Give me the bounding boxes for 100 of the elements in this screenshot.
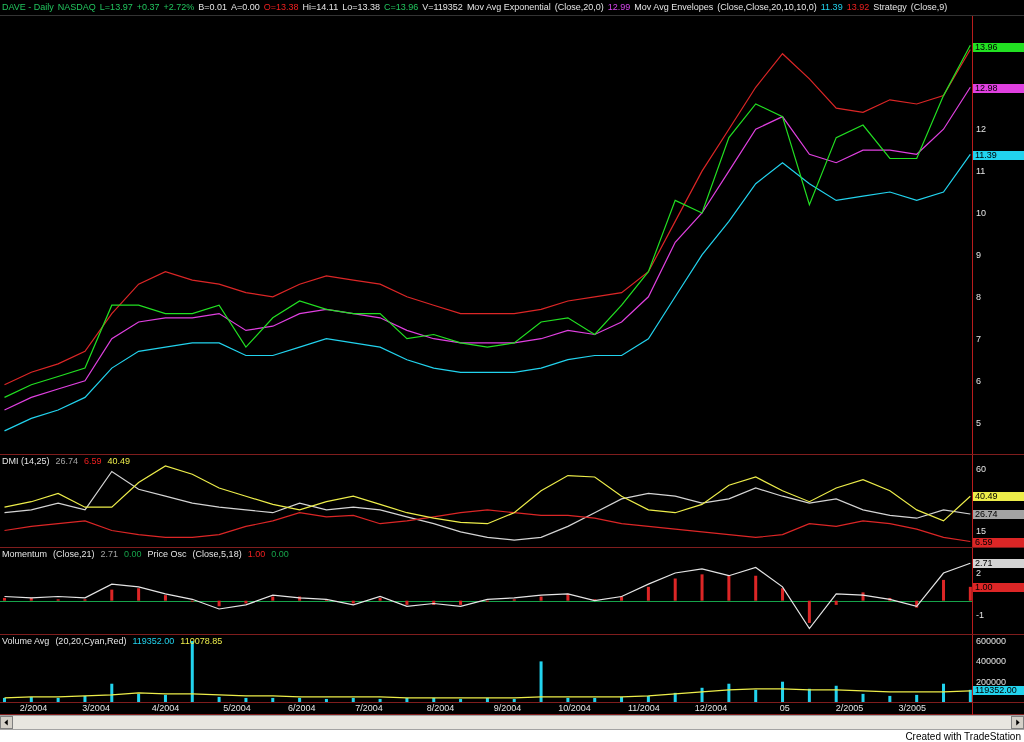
header-text: Lo=13.38 [342, 2, 380, 13]
date-label: 3/2005 [898, 703, 926, 714]
histogram-bar [673, 692, 677, 702]
histogram-bar [459, 600, 463, 605]
histogram-bar [512, 698, 516, 702]
date-label: 05 [779, 703, 790, 714]
header-text: (Close,20,0) [554, 2, 604, 13]
legend-text: 110078.85 [180, 636, 223, 646]
histogram-bar [110, 683, 114, 702]
histogram-bar [807, 688, 811, 702]
axis-label: 2 [976, 568, 981, 577]
date-label: 7/2004 [355, 703, 383, 714]
histogram-bar [754, 575, 758, 601]
histogram-bar [271, 596, 275, 601]
histogram-bar [432, 600, 436, 605]
histogram-bar [781, 681, 785, 702]
header-text: Mov Avg Envelopes [634, 2, 714, 13]
header-text: B=0.01 [198, 2, 227, 13]
legend-text: 119352.00 [132, 636, 175, 646]
histogram-bar [888, 597, 892, 601]
histogram-bar [834, 600, 838, 605]
histogram-bar [968, 689, 972, 702]
histogram-bar [110, 589, 114, 601]
header-text: Hi=14.11 [302, 2, 339, 13]
date-label: 8/2004 [426, 703, 455, 714]
histogram-bar [566, 593, 570, 601]
header-text: +2.72% [163, 2, 195, 13]
histogram-bar [217, 600, 221, 607]
histogram-bar [405, 697, 409, 702]
histogram-bar [566, 697, 570, 702]
histogram-bar [163, 694, 167, 702]
date-label: 6/2004 [288, 703, 316, 714]
histogram-bar [727, 683, 731, 702]
header-text: 11.39 [820, 2, 843, 13]
histogram-bar [432, 697, 436, 702]
legend-text: DMI (14,25) [2, 456, 50, 466]
histogram-bar [405, 600, 409, 605]
value-tag: 2.71 [973, 559, 1024, 569]
axis-label: 60 [976, 464, 986, 473]
date-label: 11/2004 [627, 703, 660, 714]
header-text: V=119352 [422, 2, 463, 13]
header-text: +0.37 [136, 2, 160, 13]
date-label: 5/2004 [223, 703, 251, 714]
scroll-left-icon[interactable] [0, 716, 13, 729]
histogram-bar [485, 697, 489, 702]
histogram-bar [539, 596, 543, 601]
header-text: 12.99 [607, 2, 631, 13]
histogram-bar [942, 579, 945, 601]
value-tag: 26.74 [973, 510, 1024, 520]
axis-label: 600000 [976, 637, 1007, 646]
axis-label: 8 [976, 292, 981, 301]
histogram-bar [298, 596, 302, 601]
histogram-bar [781, 588, 785, 601]
legend-text: 40.49 [107, 456, 131, 466]
histogram-bar [29, 696, 33, 702]
legend-text: (Close,5,18) [192, 549, 242, 559]
histogram-bar [244, 600, 248, 604]
histogram-bar [620, 596, 624, 601]
date-label: 10/2004 [558, 703, 591, 714]
axis-label: 11 [976, 167, 986, 176]
axis-label: 7 [976, 334, 981, 343]
header-text: Mov Avg Exponential [466, 2, 551, 13]
horizontal-scrollbar[interactable] [0, 715, 1024, 730]
histogram-bar [593, 697, 597, 702]
axis-label: 9 [976, 250, 981, 259]
histogram-bar [727, 575, 731, 601]
legend-text: 0.00 [124, 549, 142, 559]
legend-text: Momentum [2, 549, 47, 559]
axis-label: 200000 [976, 677, 1007, 686]
histogram-bar [539, 661, 543, 702]
axis-label: 5 [976, 418, 981, 427]
legend-text: 1.00 [247, 549, 266, 559]
histogram-bar [861, 693, 865, 702]
histogram-bar [298, 697, 302, 702]
histogram-bar [244, 697, 248, 702]
histogram-bar [915, 694, 919, 702]
histogram-bar [673, 578, 677, 601]
scroll-right-icon[interactable] [1011, 716, 1024, 729]
histogram-bar [700, 574, 704, 601]
date-label: 4/2004 [151, 703, 180, 714]
header-text: L=13.97 [99, 2, 133, 13]
histogram-bar [834, 685, 838, 702]
header-text: (Close,Close,20,10,10,0) [717, 2, 817, 13]
legend-text: 26.74 [55, 456, 79, 466]
histogram-bar [324, 698, 328, 702]
header-text: NASDAQ [57, 2, 96, 13]
histogram-bar [351, 697, 355, 702]
header-text: O=13.38 [263, 2, 299, 13]
histogram-bar [968, 586, 972, 601]
value-tag: 119352.00 [973, 685, 1024, 695]
axis-label: -1 [976, 610, 984, 619]
value-tag: 1.00 [973, 582, 1024, 592]
value-tag: 13.96 [973, 43, 1024, 52]
histogram-bar [56, 697, 60, 702]
header-text: (Close,9) [910, 2, 948, 13]
value-tag: 11.39 [973, 150, 1024, 160]
histogram-bar [2, 597, 6, 601]
header-text: C=13.96 [383, 2, 419, 13]
header-text: A=0.00 [231, 2, 260, 13]
histogram-bar [646, 586, 650, 601]
